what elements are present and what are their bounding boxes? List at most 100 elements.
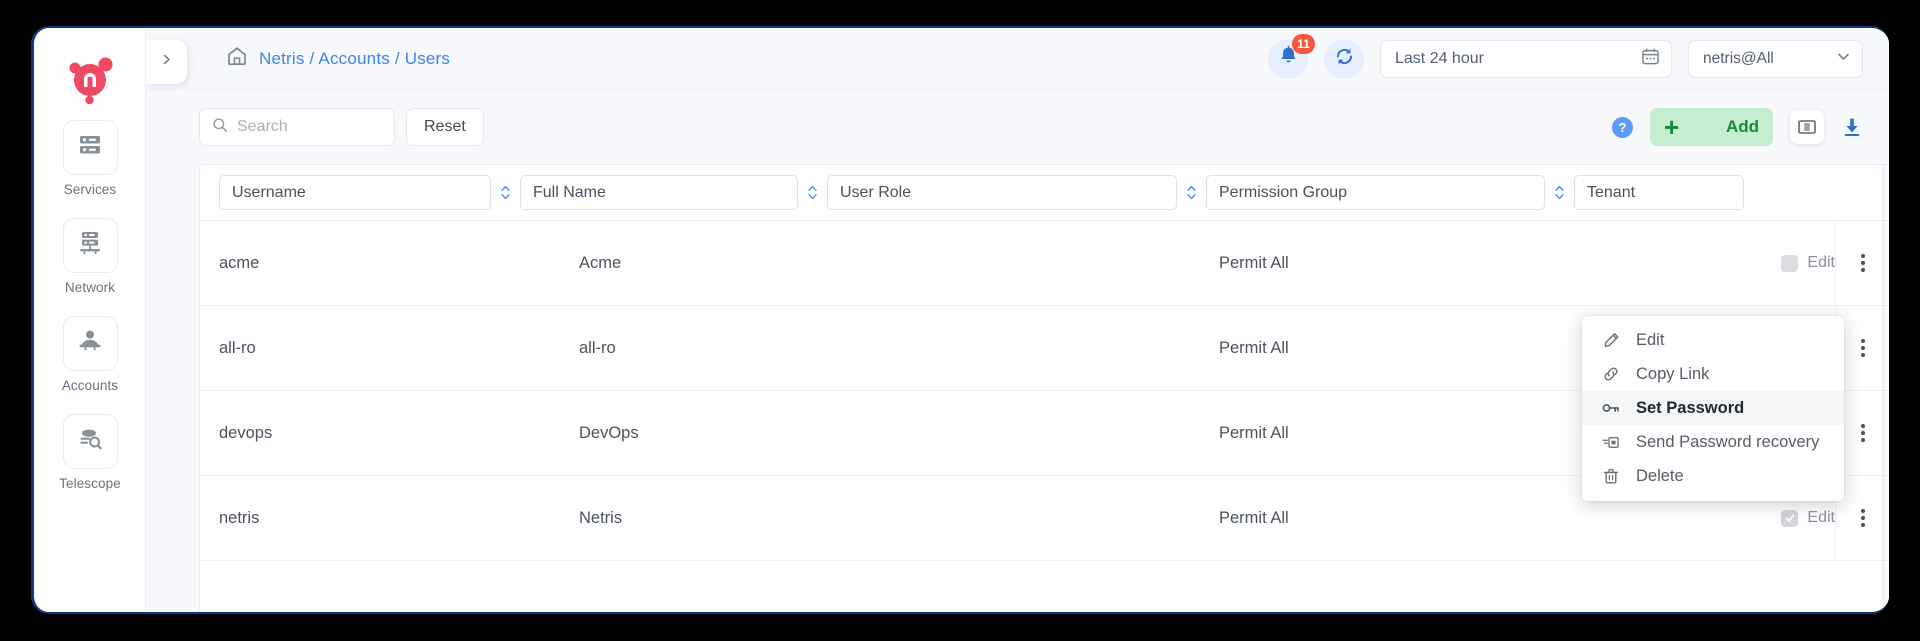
cell-fullname: all-ro	[579, 339, 1219, 358]
sort-toggle-username[interactable]	[491, 184, 520, 201]
edit-permission-label: Edit	[1807, 254, 1835, 272]
table-row[interactable]: acme Acme Permit All Edit	[200, 221, 1889, 306]
add-button[interactable]: + Add	[1650, 108, 1773, 146]
toolbar-right-actions: ? + Add	[1612, 108, 1863, 146]
menu-item-send-password-recovery[interactable]: Send Password recovery	[1582, 425, 1844, 459]
cell-permission-group: Permit All	[1219, 254, 1549, 273]
table-header-row: Username Full Name	[200, 165, 1889, 221]
sort-toggle-userrole[interactable]	[1177, 184, 1206, 201]
refresh-button[interactable]	[1324, 39, 1364, 79]
cell-username: devops	[219, 424, 579, 443]
cell-fullname: DevOps	[579, 424, 1219, 443]
netris-logo-icon[interactable]	[34, 42, 146, 116]
menu-item-label: Set Password	[1636, 399, 1744, 418]
column-filter-tenant[interactable]: Tenant	[1574, 175, 1744, 210]
column-userrole: User Role	[827, 175, 1206, 210]
cell-permission-group: Permit All	[1219, 509, 1549, 528]
search-icon	[212, 117, 228, 138]
menu-item-delete[interactable]: Delete	[1582, 459, 1844, 493]
pencil-icon	[1602, 332, 1620, 349]
sort-toggle-fullname[interactable]	[798, 184, 827, 201]
sidebar-tile-telescope	[63, 414, 118, 469]
row-right-actions: Edit	[1781, 221, 1889, 305]
home-icon[interactable]	[226, 45, 248, 72]
sidebar-label-network: Network	[65, 280, 115, 295]
link-icon	[1602, 365, 1620, 383]
sidebar: Services	[34, 28, 146, 612]
table-toolbar: Reset ? + Add	[146, 90, 1889, 164]
calendar-icon[interactable]	[1641, 47, 1660, 71]
kebab-menu-icon[interactable]	[1835, 221, 1889, 305]
chevron-down-icon[interactable]	[1835, 48, 1852, 70]
download-icon[interactable]	[1841, 116, 1863, 138]
menu-item-label: Send Password recovery	[1636, 433, 1819, 452]
application-window: Services	[31, 26, 1889, 614]
column-filter-username[interactable]: Username	[219, 175, 491, 210]
cell-username: all-ro	[219, 339, 579, 358]
menu-item-label: Edit	[1636, 331, 1664, 350]
menu-item-label: Copy Link	[1636, 365, 1709, 384]
refresh-icon	[1334, 46, 1355, 72]
sidebar-collapse-button[interactable]	[146, 40, 187, 84]
user-account-icon	[77, 328, 103, 359]
column-username: Username	[219, 175, 520, 210]
cell-username: acme	[219, 254, 579, 273]
cell-fullname: Netris	[579, 509, 1219, 528]
menu-item-set-password[interactable]: Set Password	[1582, 391, 1844, 425]
cell-permission-group: Permit All	[1219, 339, 1549, 358]
row-context-menu: Edit Copy Link Set Password	[1582, 316, 1844, 501]
send-message-icon	[1602, 435, 1620, 450]
column-filter-fullname[interactable]: Full Name	[520, 175, 798, 210]
top-bar: Netris / Accounts / Users 11	[146, 28, 1889, 90]
sidebar-label-telescope: Telescope	[59, 476, 121, 491]
sidebar-tile-accounts	[63, 316, 118, 371]
sidebar-item-telescope[interactable]: Telescope	[34, 414, 146, 491]
cell-username: netris	[219, 509, 579, 528]
column-fullname: Full Name	[520, 175, 827, 210]
cell-fullname: Acme	[579, 254, 1219, 273]
tenant-value: netris@All	[1703, 50, 1835, 68]
column-filter-permissiongroup[interactable]: Permission Group	[1206, 175, 1545, 210]
network-switch-icon	[77, 230, 103, 261]
breadcrumb-text[interactable]: Netris / Accounts / Users	[259, 49, 450, 69]
date-range-picker[interactable]: Last 24 hour	[1380, 40, 1672, 78]
checkmark-icon	[1784, 512, 1796, 524]
edit-checkbox[interactable]	[1781, 255, 1798, 272]
search-input[interactable]	[237, 118, 372, 136]
columns-layout-icon[interactable]	[1790, 110, 1824, 144]
date-range-value: Last 24 hour	[1395, 50, 1641, 68]
sidebar-tile-network	[63, 218, 118, 273]
sidebar-nav-list: Services	[34, 120, 146, 512]
menu-item-edit[interactable]: Edit	[1582, 323, 1844, 357]
column-filter-userrole[interactable]: User Role	[827, 175, 1177, 210]
edit-permission-label: Edit	[1807, 509, 1835, 527]
sidebar-label-accounts: Accounts	[62, 378, 118, 393]
notifications-button[interactable]: 11	[1268, 39, 1308, 79]
column-tenant: Tenant	[1574, 175, 1744, 210]
tenant-selector[interactable]: netris@All	[1688, 40, 1863, 78]
menu-item-copy-link[interactable]: Copy Link	[1582, 357, 1844, 391]
notifications-badge: 11	[1292, 34, 1315, 54]
edit-checkbox[interactable]	[1781, 510, 1798, 527]
key-icon	[1602, 401, 1620, 415]
menu-item-label: Delete	[1636, 467, 1684, 486]
sidebar-item-services[interactable]: Services	[34, 120, 146, 197]
column-permissiongroup: Permission Group	[1206, 175, 1574, 210]
server-rack-icon	[77, 133, 103, 162]
breadcrumb[interactable]: Netris / Accounts / Users	[226, 45, 450, 72]
reset-button[interactable]: Reset	[406, 108, 484, 146]
table-scroll-edge[interactable]	[1882, 165, 1889, 612]
plus-icon: +	[1664, 114, 1679, 140]
cell-permission-group: Permit All	[1219, 424, 1549, 443]
chevron-right-icon	[160, 53, 173, 71]
question-mark-icon[interactable]: ?	[1612, 117, 1633, 138]
sort-toggle-permissiongroup[interactable]	[1545, 184, 1574, 201]
search-box[interactable]	[199, 108, 395, 146]
sidebar-item-network[interactable]: Network	[34, 218, 146, 295]
top-bar-actions: 11 Last 24 hour	[1268, 39, 1889, 79]
telescope-search-icon	[77, 426, 103, 457]
add-button-label: Add	[1726, 117, 1759, 137]
trash-icon	[1602, 468, 1620, 485]
sidebar-label-services: Services	[64, 182, 117, 197]
sidebar-item-accounts[interactable]: Accounts	[34, 316, 146, 393]
